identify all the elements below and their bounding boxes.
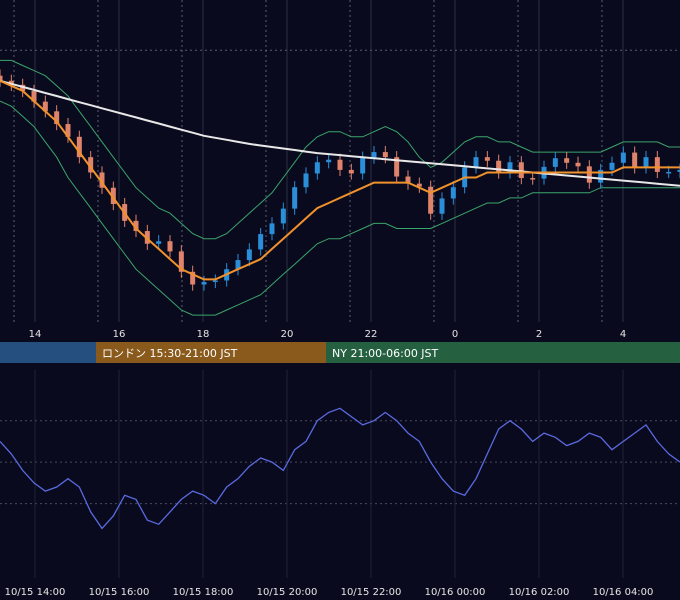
price-x-tick-label: 14 [29,329,42,340]
price-x-tick-label: 2 [536,329,542,340]
candle-body [258,234,264,250]
oscillator-x-tick-label: 10/15 22:00 [341,587,402,598]
candle-body [371,152,377,158]
oscillator-x-tick-label: 10/15 20:00 [257,587,318,598]
candle-body [643,157,649,168]
candle-body [439,198,445,214]
candle-body [360,157,366,174]
oscillator-x-tick-label: 10/16 02:00 [509,587,570,598]
candle-body [518,162,524,179]
candle-body [326,159,332,163]
chart-background [0,0,680,600]
trading-chart: 14 16 18 20 22 0 2 4 ロンドン 15:30-21:00 JST NY 21:… [0,0,680,600]
price-x-tick-label: 4 [620,329,626,340]
candle-body [530,178,536,180]
price-x-axis-band [0,322,680,342]
session-label-ny: NY 21:00-06:00 JST [332,347,439,360]
candle-body [484,157,490,161]
candle-body [382,152,388,158]
price-x-tick-label: 18 [197,329,210,340]
candle-body [564,158,570,163]
candle-body [292,187,298,209]
candle-body [167,241,173,252]
candle-body [246,249,252,261]
candle-body [666,171,672,174]
candle-body [280,208,286,224]
oscillator-x-tick-label: 10/15 18:00 [173,587,234,598]
candle-body [450,187,456,199]
price-x-tick-label: 0 [452,329,458,340]
candle-body [620,152,626,163]
oscillator-x-tick-label: 10/15 16:00 [89,587,150,598]
candle-body [575,162,581,167]
candle-body [586,166,592,183]
candle-body [609,162,615,170]
oscillator-x-tick-label: 10/15 14:00 [5,587,66,598]
candle-body [348,169,354,174]
session-bar: ロンドン 15:30-21:00 JST NY 21:00-06:00 JST [0,342,680,363]
session-label-london: ロンドン 15:30-21:00 JST [102,347,238,360]
candle-body [201,281,207,285]
candle-body [212,280,218,282]
candle-body [314,162,320,174]
price-x-tick-label: 20 [281,329,294,340]
candle-body [632,152,638,168]
price-x-axis: 14 16 18 20 22 0 2 4 [0,322,680,342]
candle-body [552,158,558,167]
candle-body [156,241,162,244]
candle-body [269,223,275,235]
price-x-tick-label: 16 [113,329,126,340]
price-x-tick-label: 22 [365,329,378,340]
session-block-tokyo [0,342,96,363]
candle-body [337,159,343,170]
candle-body [496,160,502,173]
candle-body [428,186,434,214]
candle-body [473,157,479,168]
oscillator-x-tick-label: 10/16 04:00 [593,587,654,598]
oscillator-x-tick-label: 10/16 00:00 [425,587,486,598]
candle-body [654,157,660,172]
candle-body [303,173,309,188]
